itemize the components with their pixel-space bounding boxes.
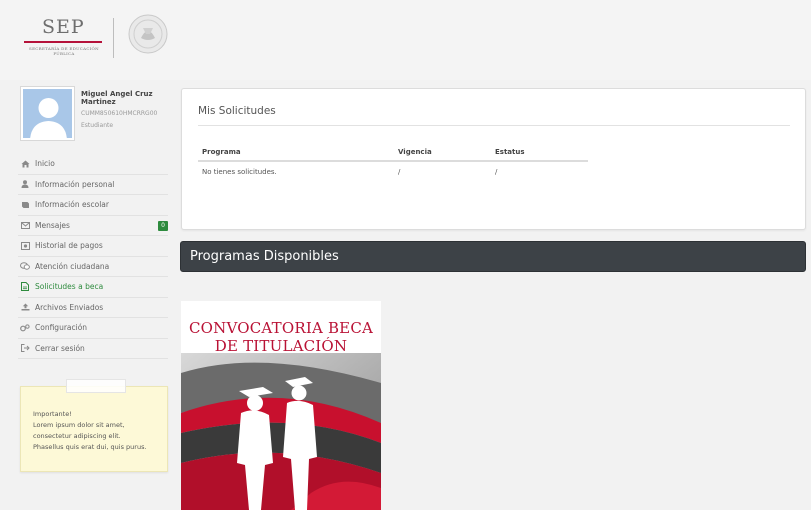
sep-logo[interactable]: SEP SECRETARÍA DE EDUCACIÓN PÚBLICA (22, 16, 102, 60)
sidebar-item-archivos-enviados[interactable]: Archivos Enviados (18, 298, 168, 318)
sidebar-item-label: Mensajes (35, 220, 70, 230)
history-icon (20, 241, 30, 251)
sidebar-item-solicitudes-a-beca[interactable]: Solicitudes a beca (18, 277, 168, 298)
note-tape (66, 379, 126, 393)
logo-divider (113, 18, 114, 58)
home-icon (20, 159, 30, 169)
poster-title-line: CONVOCATORIA BECA (188, 319, 374, 337)
sidebar-item-informacion-personal[interactable]: Información personal (18, 175, 168, 195)
user-name: Miguel Angel Cruz Martinez (81, 90, 153, 106)
poster-title: CONVOCATORIA BECA DE TITULACIÓN (181, 319, 381, 355)
panel-divider (198, 125, 790, 126)
sep-logo-text: SEP (42, 16, 85, 38)
column-header-vigencia: Vigencia (398, 148, 432, 156)
logout-icon (20, 343, 30, 353)
user-icon (20, 179, 30, 189)
table-cell: No tienes solicitudes. (202, 168, 277, 176)
solicitudes-table: Programa Vigencia Estatus No tienes soli… (198, 144, 588, 182)
sidebar-item-cerrar-sesion[interactable]: Cerrar sesión (18, 339, 168, 359)
envelope-icon (20, 220, 30, 230)
sep-logo-line (24, 41, 102, 43)
user-profile: Miguel Angel Cruz Martinez CUMM850610HMC… (18, 82, 168, 144)
messages-count-badge: 0 (158, 220, 168, 231)
column-header-programa: Programa (202, 148, 241, 156)
avatar (20, 86, 75, 141)
sidebar-item-label: Inicio (35, 159, 55, 169)
note-line: consectetur adipiscing elit. (33, 432, 121, 440)
sidebar-item-label: Historial de pagos (35, 241, 103, 251)
sidebar-item-label: Cerrar sesión (35, 343, 85, 353)
note-line: Lorem ipsum dolor sit amet, (33, 421, 125, 429)
user-role: Estudiante (81, 122, 114, 129)
upload-icon (20, 302, 30, 312)
table-row: No tienes solicitudes. / / (198, 162, 588, 182)
user-silhouette-icon (30, 98, 67, 138)
graduates-illustration (181, 353, 381, 510)
sidebar-item-atencion-ciudadana[interactable]: Atención ciudadana (18, 257, 168, 277)
solicitudes-panel: Mis Solicitudes Programa Vigencia Estatu… (181, 88, 806, 230)
column-header-estatus: Estatus (495, 148, 525, 156)
sidebar-item-label: Archivos Enviados (35, 302, 104, 312)
page-header: SEP SECRETARÍA DE EDUCACIÓN PÚBLICA (0, 0, 811, 80)
sidebar-item-mensajes[interactable]: Mensajes 0 (18, 216, 168, 236)
document-icon (20, 282, 30, 292)
table-cell: / (398, 168, 401, 176)
note-line: Importante! (33, 410, 72, 418)
table-cell: / (495, 168, 498, 176)
table-header: Programa Vigencia Estatus (198, 144, 588, 162)
note-text: Importante! Lorem ipsum dolor sit amet, … (33, 409, 147, 453)
sidebar-item-informacion-escolar[interactable]: Información escolar (18, 195, 168, 216)
programas-title: Programas Disponibles (190, 249, 339, 264)
sidebar-item-configuracion[interactable]: Configuración (18, 318, 168, 339)
sticky-note: Importante! Lorem ipsum dolor sit amet, … (20, 379, 168, 472)
sidebar-item-label: Información escolar (35, 200, 109, 210)
note-line: Phasellus quis erat dui, quis purus. (33, 443, 147, 451)
chat-icon (20, 261, 30, 271)
sidebar-nav: Inicio Información personal Información … (18, 154, 168, 359)
national-seal-icon (128, 14, 168, 54)
sidebar-item-inicio[interactable]: Inicio (18, 154, 168, 175)
programas-header: Programas Disponibles (180, 241, 806, 272)
sidebar-item-label: Información personal (35, 179, 115, 189)
sidebar-item-label: Configuración (35, 323, 88, 333)
book-icon (20, 200, 30, 210)
user-curp: CUMM850610HMCRRG00 (81, 110, 158, 117)
sidebar: Miguel Angel Cruz Martinez CUMM850610HMC… (18, 82, 168, 510)
sidebar-item-historial-de-pagos[interactable]: Historial de pagos (18, 236, 168, 257)
sep-logo-subtext: SECRETARÍA DE EDUCACIÓN PÚBLICA (29, 46, 99, 56)
sidebar-item-label: Solicitudes a beca (35, 282, 104, 292)
sidebar-item-label: Atención ciudadana (35, 261, 110, 271)
beca-titulacion-poster[interactable]: CONVOCATORIA BECA DE TITULACIÓN (181, 301, 381, 510)
panel-title: Mis Solicitudes (198, 105, 276, 117)
gears-icon (20, 323, 30, 333)
